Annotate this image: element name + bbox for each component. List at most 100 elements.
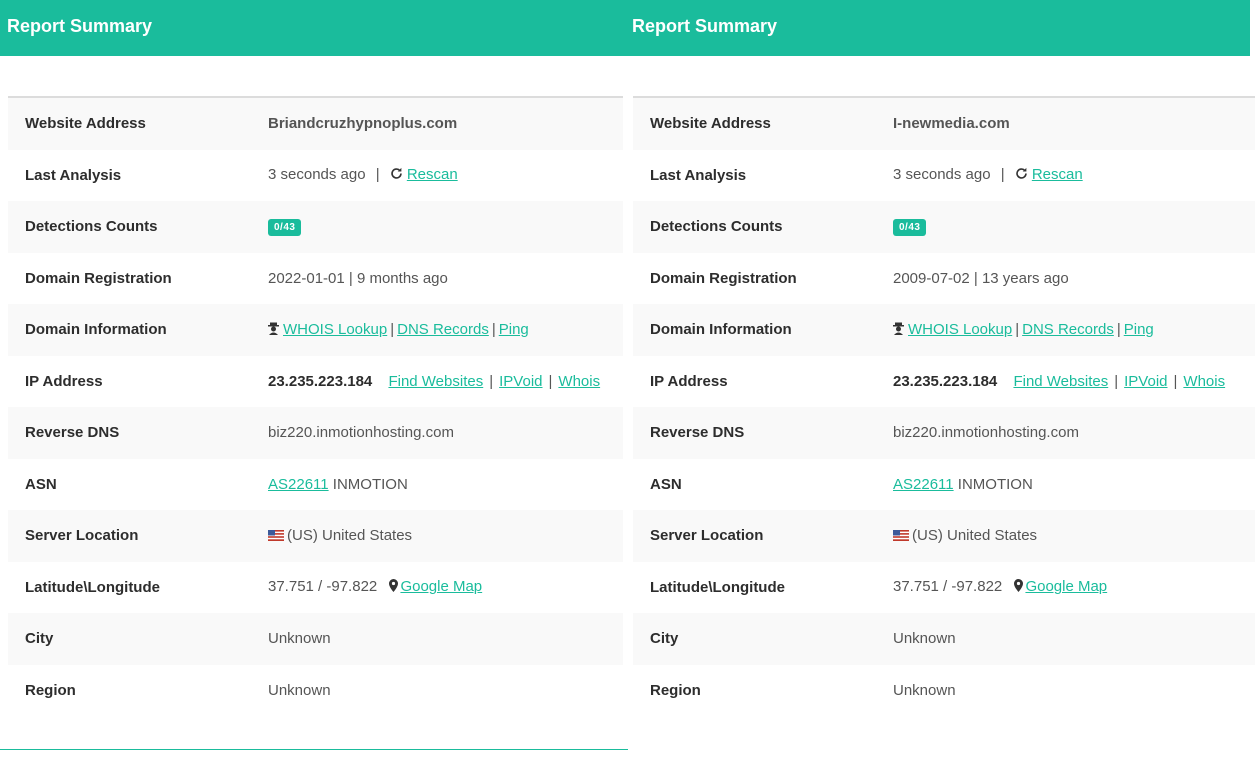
domain-registration-value: 2022-01-01 | 9 months ago <box>268 269 448 287</box>
detections-value: 0/43 <box>268 217 623 237</box>
row-label: Reverse DNS <box>650 424 745 442</box>
row-label: Last Analysis <box>25 166 122 184</box>
row-domain-registration: Domain Registration 2022-01-01 | 9 month… <box>8 253 623 305</box>
row-asn: ASN AS22611 INMOTION <box>8 459 623 511</box>
detections-badge: 0/43 <box>268 219 302 237</box>
separator: | <box>1116 320 1121 338</box>
row-label: Latitude\Longitude <box>25 578 160 596</box>
last-analysis-time: 3 seconds ago <box>893 166 991 184</box>
bottom-divider <box>0 749 628 750</box>
report-table: Website Address I-newmedia.com Last Anal… <box>633 96 1255 716</box>
row-website-address: Website Address Briandcruzhypnoplus.com <box>8 98 623 150</box>
separator: | <box>1173 372 1178 390</box>
last-analysis-value: 3 seconds ago | Rescan <box>893 166 1255 184</box>
row-label: Domain Registration <box>25 269 172 287</box>
detections-value: 0/43 <box>893 217 1255 237</box>
user-secret-icon <box>893 322 904 339</box>
reverse-dns-value: biz220.inmotionhosting.com <box>268 424 454 442</box>
row-label: Website Address <box>650 115 771 133</box>
refresh-icon[interactable] <box>1015 167 1028 184</box>
server-location-text: (US) United States <box>912 526 1038 544</box>
whois-lookup-link[interactable]: WHOIS Lookup <box>908 321 1012 338</box>
row-label: Reverse DNS <box>25 424 120 442</box>
ping-link[interactable]: Ping <box>499 321 529 338</box>
server-location-value: (US) United States <box>893 527 1255 545</box>
row-domain-information: Domain Information WHOIS Lookup | DNS Reco… <box>8 304 623 356</box>
domain-information-value: WHOIS Lookup | DNS Records | Ping <box>268 321 623 339</box>
latlong-value: 37.751 / -97.822 Google Map <box>268 578 623 596</box>
rescan-link[interactable]: Rescan <box>1032 166 1083 183</box>
row-label: Domain Information <box>650 321 792 339</box>
row-last-analysis: Last Analysis 3 seconds ago | Rescan <box>8 150 623 202</box>
row-label: City <box>650 630 679 648</box>
ip-address: 23.235.223.184 <box>268 372 373 390</box>
row-asn: ASN AS22611 INMOTION <box>633 459 1255 511</box>
separator: | <box>489 372 494 390</box>
row-label: Region <box>650 681 701 699</box>
rescan-link[interactable]: Rescan <box>407 166 458 183</box>
ip-address: 23.235.223.184 <box>893 372 998 390</box>
separator: | <box>390 320 395 338</box>
ping-link[interactable]: Ping <box>1124 321 1154 338</box>
asn-link[interactable]: AS22611 <box>268 476 329 493</box>
row-label: City <box>25 630 54 648</box>
latlong-value: 37.751 / -97.822 Google Map <box>893 578 1255 596</box>
row-latlong: Latitude\Longitude 37.751 / -97.822 Goog… <box>633 562 1255 614</box>
report-panel-right: Report Summary Website Address I-newmedi… <box>625 0 1255 757</box>
panel-header: Report Summary <box>625 0 1250 56</box>
report-table: Website Address Briandcruzhypnoplus.com … <box>8 96 623 716</box>
row-server-location: Server Location (US) United States <box>8 510 623 562</box>
separator: | <box>1000 166 1005 184</box>
row-latlong: Latitude\Longitude 37.751 / -97.822 Goog… <box>8 562 623 614</box>
row-domain-registration: Domain Registration 2009-07-02 | 13 year… <box>633 253 1255 305</box>
city-value: Unknown <box>893 630 956 648</box>
reverse-dns-value: biz220.inmotionhosting.com <box>893 424 1079 442</box>
row-label: IP Address <box>650 372 728 390</box>
row-label: Latitude\Longitude <box>650 578 785 596</box>
latlong-text: 37.751 / -97.822 <box>268 578 378 596</box>
google-map-link[interactable]: Google Map <box>400 578 482 595</box>
server-location-text: (US) United States <box>287 526 413 544</box>
find-websites-link[interactable]: Find Websites <box>1013 373 1108 390</box>
row-label: Region <box>25 681 76 699</box>
row-label: ASN <box>650 475 682 493</box>
separator: | <box>375 166 380 184</box>
row-label: Detections Counts <box>650 218 783 236</box>
find-websites-link[interactable]: Find Websites <box>388 373 483 390</box>
separator: | <box>1015 320 1020 338</box>
whois-lookup-link[interactable]: WHOIS Lookup <box>283 321 387 338</box>
row-label: Domain Registration <box>650 269 797 287</box>
separator: | <box>548 372 553 390</box>
ip-address-value: 23.235.223.184 Find Websites | IPVoid | Whoi… <box>893 373 1255 390</box>
latlong-text: 37.751 / -97.822 <box>893 578 1003 596</box>
ipvoid-link[interactable]: IPVoid <box>1124 373 1167 390</box>
whois-link[interactable]: Whois <box>558 373 600 390</box>
ipvoid-link[interactable]: IPVoid <box>499 373 542 390</box>
region-value: Unknown <box>268 681 331 699</box>
row-city: City Unknown <box>633 613 1255 665</box>
whois-link[interactable]: Whois <box>1183 373 1225 390</box>
last-analysis-time: 3 seconds ago <box>268 166 366 184</box>
row-reverse-dns: Reverse DNS biz220.inmotionhosting.com <box>8 407 623 459</box>
row-detections: Detections Counts 0/43 <box>8 201 623 253</box>
row-ip-address: IP Address 23.235.223.184 Find Websites |… <box>633 356 1255 408</box>
google-map-link[interactable]: Google Map <box>1025 578 1107 595</box>
asn-link[interactable]: AS22611 <box>893 476 954 493</box>
panel-header: Report Summary <box>0 0 625 56</box>
dns-records-link[interactable]: DNS Records <box>1022 321 1114 338</box>
row-city: City Unknown <box>8 613 623 665</box>
report-panel-left: Report Summary Website Address Briandcru… <box>0 0 625 757</box>
server-location-value: (US) United States <box>268 527 623 545</box>
row-region: Region Unknown <box>8 665 623 717</box>
row-detections: Detections Counts 0/43 <box>633 201 1255 253</box>
domain-information-value: WHOIS Lookup | DNS Records | Ping <box>893 321 1255 339</box>
refresh-icon[interactable] <box>390 167 403 184</box>
region-value: Unknown <box>893 681 956 699</box>
map-marker-icon <box>1014 579 1024 596</box>
row-label: Last Analysis <box>650 166 747 184</box>
website-address-value: Briandcruzhypnoplus.com <box>268 115 458 133</box>
dns-records-link[interactable]: DNS Records <box>397 321 489 338</box>
asn-value: AS22611 INMOTION <box>268 476 623 493</box>
last-analysis-value: 3 seconds ago | Rescan <box>268 166 623 184</box>
row-website-address: Website Address I-newmedia.com <box>633 98 1255 150</box>
